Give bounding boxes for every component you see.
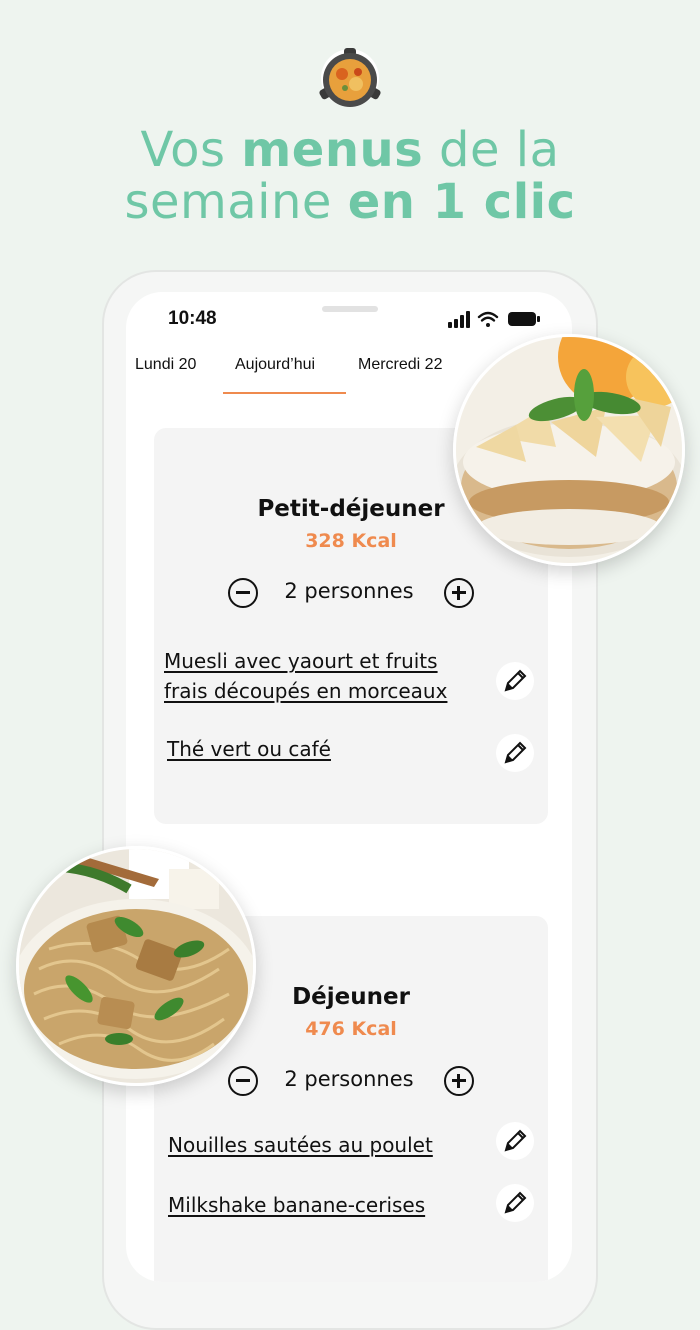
- pencil-icon: [504, 1129, 527, 1152]
- tab-today[interactable]: Aujourd’hui: [235, 356, 315, 374]
- edit-item-button[interactable]: [496, 662, 534, 700]
- persons-count: 2 personnes: [284, 1067, 414, 1091]
- menu-item-link[interactable]: Muesli avec yaourt et fruits frais décou…: [164, 646, 447, 706]
- plus-circle-icon[interactable]: [444, 578, 474, 608]
- menu-item-line: Nouilles sautées au poulet: [168, 1133, 433, 1157]
- status-icons: [448, 311, 540, 328]
- menu-item-line: Milkshake banane-cerises: [168, 1193, 426, 1217]
- signal-icon: [448, 311, 470, 328]
- pencil-icon: [504, 669, 527, 692]
- wifi-icon: [477, 311, 499, 327]
- edit-item-button[interactable]: [496, 734, 534, 772]
- pencil-icon: [504, 1191, 527, 1214]
- notch: [322, 306, 378, 312]
- battery-icon: [508, 312, 540, 326]
- menu-item-link[interactable]: Nouilles sautées au poulet: [168, 1130, 433, 1160]
- promo-headline: Vos menus de la semaine en 1 clic: [0, 124, 700, 228]
- headline-text: semaine: [124, 174, 348, 230]
- menu-item-line: frais découpés en morceaux: [164, 679, 448, 703]
- lunch-photo: [16, 846, 256, 1086]
- persons-stepper: 2 personnes: [154, 1066, 548, 1100]
- edit-item-button[interactable]: [496, 1122, 534, 1160]
- tab-lundi[interactable]: Lundi 20: [135, 356, 196, 374]
- menu-item-line: Thé vert ou café: [167, 737, 331, 761]
- menu-item-link[interactable]: Milkshake banane-cerises: [168, 1190, 425, 1220]
- headline-text-bold: menus: [241, 122, 424, 178]
- headline-text-bold: en 1 clic: [347, 174, 576, 230]
- paella-pan-icon: [318, 48, 382, 112]
- headline-line-1: Vos menus de la: [0, 124, 700, 176]
- breakfast-photo: [453, 334, 685, 566]
- tab-mercredi[interactable]: Mercredi 22: [358, 356, 442, 374]
- headline-line-2: semaine en 1 clic: [0, 176, 700, 228]
- menu-item-line: Muesli avec yaourt et fruits: [164, 649, 438, 673]
- edit-item-button[interactable]: [496, 1184, 534, 1222]
- menu-item-link[interactable]: Thé vert ou café: [167, 734, 331, 764]
- active-tab-indicator: [223, 392, 346, 394]
- status-time: 10:48: [168, 308, 217, 329]
- persons-count: 2 personnes: [284, 579, 414, 603]
- plus-circle-icon[interactable]: [444, 1066, 474, 1096]
- pencil-icon: [504, 741, 527, 764]
- persons-stepper: 2 personnes: [154, 578, 548, 612]
- headline-text: de la: [423, 122, 560, 178]
- headline-text: Vos: [140, 122, 242, 178]
